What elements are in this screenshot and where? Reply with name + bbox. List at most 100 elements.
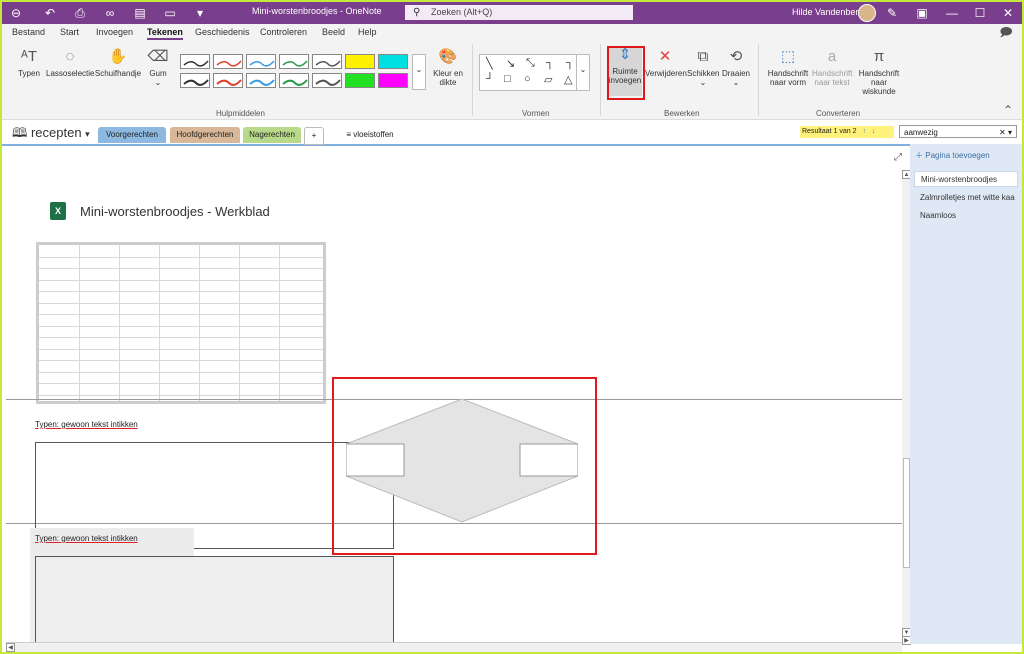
scroll-thumb[interactable]	[903, 458, 910, 568]
notebook-selector[interactable]: 🕮 recepten ▾	[12, 124, 90, 146]
schuifhandje-button[interactable]: ✋ Schuifhandje	[94, 48, 142, 78]
pen-5[interactable]	[312, 54, 342, 69]
separator	[758, 44, 759, 116]
arrow-up-icon[interactable]: ↑	[862, 128, 866, 135]
gum-label: Gum	[149, 69, 167, 78]
menu-invoegen[interactable]: Invoegen	[96, 27, 133, 37]
grid-row-line	[39, 256, 323, 258]
avatar[interactable]	[858, 4, 876, 22]
user-name[interactable]: Hilde Vandenberk	[792, 7, 863, 17]
maximize-icon[interactable]: ☐	[972, 5, 988, 21]
pen-6[interactable]	[180, 73, 210, 88]
clipboard-icon[interactable]: ▤	[132, 5, 148, 21]
gallery-expand-button[interactable]: ⌄	[412, 54, 426, 90]
spreadsheet-embed[interactable]	[36, 242, 326, 404]
folder-icon[interactable]: ▭	[162, 5, 178, 21]
add-section-button[interactable]: +	[304, 127, 324, 145]
verwijderen-button[interactable]: ✕ Verwijderen	[645, 48, 687, 78]
pen-4[interactable]	[279, 54, 309, 69]
ellipse-icon[interactable]: ○	[524, 73, 531, 85]
line-icon[interactable]: ╲	[486, 57, 493, 70]
pen-3[interactable]	[246, 54, 276, 69]
undo-icon[interactable]: ↶	[42, 5, 58, 21]
print-icon[interactable]: ⎙	[72, 5, 88, 21]
pen-1[interactable]	[180, 54, 210, 69]
axis-icon[interactable]: ┐	[546, 57, 554, 69]
pen-10[interactable]	[312, 73, 342, 88]
shapes-expand-button[interactable]: ⌄	[576, 54, 590, 91]
pen-9[interactable]	[279, 73, 309, 88]
triangle-icon[interactable]: △	[564, 73, 572, 86]
pen-8[interactable]	[246, 73, 276, 88]
menu-beeld[interactable]: Beeld	[322, 27, 345, 37]
grid-row-line	[39, 279, 323, 281]
page-title[interactable]: Mini-worstenbroodjes - Werkblad	[80, 204, 270, 219]
typen-text-2[interactable]: Typen: gewoon tekst intikken	[35, 534, 138, 543]
schikken-button[interactable]: ⧉ Schikken ⌄	[687, 48, 719, 87]
arrow-down-icon[interactable]: ↓	[872, 128, 876, 135]
highlighter-cyan[interactable]	[378, 54, 408, 69]
page-item[interactable]: Mini-worstenbroodjes	[914, 171, 1018, 187]
rectangle-icon[interactable]: □	[504, 73, 511, 85]
search-icon: ⚲	[413, 7, 421, 18]
grid-col-line	[199, 245, 200, 401]
chevron-down-icon: ⌄	[732, 78, 740, 87]
schikken-label: Schikken	[687, 69, 720, 78]
clear-search-icon[interactable]: ✕ ▾	[999, 126, 1012, 139]
draaien-button[interactable]: ⟲ Draaien ⌄	[721, 48, 751, 87]
lasso-button[interactable]: ◌ Lassoselectie	[46, 48, 94, 78]
shapes-gallery[interactable]: ╲ ↘ ⤡ ┐ ┐ ┘ □ ○ ▱ △	[479, 54, 590, 91]
page-item[interactable]: Zalmrolletjes met witte kaa	[914, 190, 1018, 206]
handschrift-wiskunde-button[interactable]: π Handschrift naar wiskunde	[854, 48, 904, 96]
pen-2[interactable]	[213, 54, 243, 69]
highlighter-magenta[interactable]	[378, 73, 408, 88]
search-box[interactable]: ⚲ Zoeken (Alt+Q)	[405, 5, 633, 20]
typen-button[interactable]: ᴬT Typen	[14, 48, 44, 78]
pen-icon[interactable]: ✎	[884, 5, 900, 21]
close-icon[interactable]: ✕	[1000, 5, 1016, 21]
back-icon[interactable]: ⊖	[8, 5, 24, 21]
menu-controleren[interactable]: Controleren	[260, 27, 307, 37]
handschrift-vorm-button[interactable]: ⬚ Handschrift naar vorm	[766, 48, 810, 87]
kleur-dikte-button[interactable]: 🎨 Kleur en dikte	[430, 48, 466, 87]
add-page-button[interactable]: ＋ Pagina toevoegen	[915, 150, 990, 161]
chevron-down-icon: ⌄	[415, 65, 423, 74]
axis-3-icon[interactable]: ┘	[486, 73, 494, 85]
pen-7[interactable]	[213, 73, 243, 88]
group-converteren: Converteren	[816, 109, 861, 118]
minimize-icon[interactable]: —	[944, 5, 960, 21]
horizontal-scrollbar[interactable]: ◀	[6, 642, 902, 652]
menu-bestand[interactable]: Bestand	[12, 27, 45, 37]
grid-row-line	[39, 394, 323, 396]
menu-geschiedenis[interactable]: Geschiedenis	[195, 27, 250, 37]
find-input[interactable]: aanwezig ✕ ▾	[899, 125, 1017, 138]
highlighter-yellow[interactable]	[345, 54, 375, 69]
ribbon-display-icon[interactable]: ▣	[914, 5, 930, 21]
handschrift-tekst-button[interactable]: a Handschrift naar tekst	[812, 48, 852, 87]
tab-hoofdgerechten[interactable]: Hoofdgerechten	[170, 127, 240, 143]
page-canvas[interactable]: X Mini-worstenbroodjes - Werkblad ⤢ Type…	[6, 146, 902, 644]
menu-start[interactable]: Start	[60, 27, 79, 37]
expand-icon[interactable]: ⤢	[894, 152, 902, 163]
comments-icon[interactable]: 🗩	[998, 24, 1014, 40]
double-arrow-icon[interactable]: ⤡	[526, 57, 535, 70]
highlighter-green[interactable]	[345, 73, 375, 88]
rotate-icon: ⟲	[729, 48, 743, 65]
parallelogram-icon[interactable]: ▱	[544, 73, 552, 86]
collapse-ribbon-icon[interactable]: ⌃	[1000, 102, 1016, 118]
typen-text-1[interactable]: Typen: gewoon tekst intikken	[35, 420, 138, 429]
link-icon[interactable]: ∞	[102, 5, 118, 21]
delete-icon: ✕	[658, 48, 672, 65]
arrow-icon[interactable]: ↘	[506, 57, 515, 70]
tab-nagerechten[interactable]: Nagerechten	[243, 127, 301, 143]
scroll-left-icon[interactable]: ◀	[6, 643, 15, 652]
customize-toolbar-icon[interactable]: ▾	[192, 5, 208, 21]
ink-rectangle-2[interactable]	[35, 556, 394, 644]
tab-vloeistoffen[interactable]: ≡ vloeistoffen	[340, 127, 400, 143]
gum-button[interactable]: ⌫ Gum ⌄	[144, 48, 172, 87]
axis-2-icon[interactable]: ┐	[566, 57, 574, 69]
menu-tekenen[interactable]: Tekenen	[147, 27, 183, 40]
page-item[interactable]: Naamloos	[914, 208, 1018, 224]
tab-voorgerechten[interactable]: Voorgerechten	[98, 127, 166, 143]
menu-help[interactable]: Help	[358, 27, 377, 37]
